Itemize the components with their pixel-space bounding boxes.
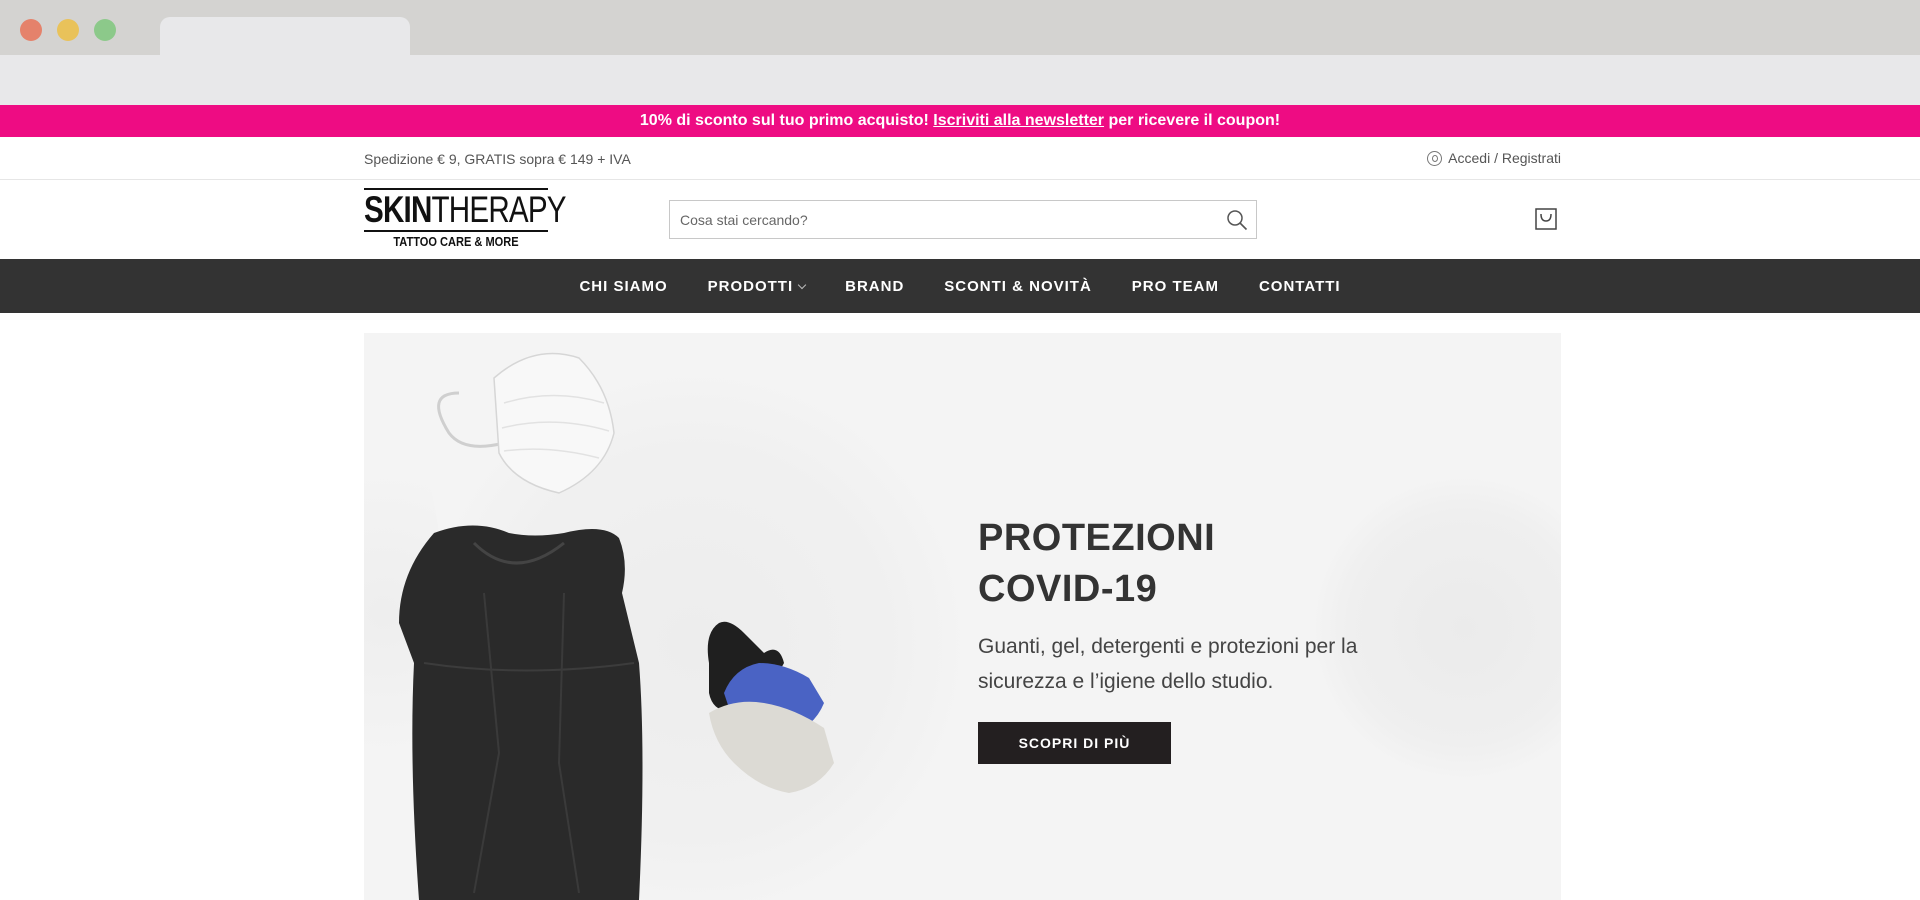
hero-title-line1: PROTEZIONI: [978, 517, 1216, 559]
info-bar: Spedizione € 9, GRATIS sopra € 149 + IVA…: [0, 137, 1920, 180]
discover-more-button[interactable]: SCOPRI DI PIÙ: [978, 722, 1171, 764]
hero-description: Guanti, gel, detergenti e protezioni per…: [978, 635, 1358, 693]
maximize-window-button[interactable]: [94, 19, 116, 41]
hero-title-line2: COVID-19: [978, 568, 1158, 610]
search-input[interactable]: [670, 201, 1210, 238]
apron-image: [399, 525, 643, 900]
site-logo[interactable]: SKINTHERAPY TATTOO CARE & MORE: [364, 188, 567, 252]
user-icon: [1427, 150, 1443, 166]
main-navigation: CHI SIAMO PRODOTTI BRAND SCONTI & NOVITÀ…: [0, 259, 1920, 313]
nav-item-pro-team[interactable]: PRO TEAM: [1132, 278, 1219, 295]
shipping-info: Spedizione € 9, GRATIS sopra € 149 + IVA: [364, 151, 631, 167]
newsletter-link[interactable]: Iscriviti alla newsletter: [933, 112, 1104, 129]
logo-wordmark: SKINTHERAPY: [364, 188, 567, 232]
logo-tagline: TATTOO CARE & MORE: [393, 234, 519, 249]
search-box: [669, 200, 1257, 239]
promo-banner: 10% di sconto sul tuo primo acquisto! Is…: [0, 105, 1920, 137]
face-mask-image: [437, 352, 615, 494]
chevron-down-icon: [797, 280, 807, 289]
nav-item-chi-siamo[interactable]: CHI SIAMO: [579, 278, 667, 295]
gloves-image: [707, 621, 834, 793]
search-icon[interactable]: [1226, 209, 1248, 231]
nav-item-label: PRODOTTI: [707, 277, 794, 295]
nav-item-brand[interactable]: BRAND: [845, 278, 904, 295]
nav-item-sconti-novita[interactable]: SCONTI & NOVITÀ: [944, 278, 1092, 295]
nav-item-prodotti[interactable]: PRODOTTI: [707, 277, 807, 295]
browser-tab[interactable]: [160, 17, 410, 55]
login-label: Accedi / Registrati: [1448, 150, 1561, 166]
hero-banner: PROTEZIONI COVID-19 Guanti, gel, deterge…: [364, 333, 1561, 900]
site-header: SKINTHERAPY TATTOO CARE & MORE: [0, 180, 1920, 259]
login-link[interactable]: Accedi / Registrati: [1427, 150, 1561, 166]
hero-title: PROTEZIONI COVID-19: [978, 513, 1215, 615]
minimize-window-button[interactable]: [57, 19, 79, 41]
close-window-button[interactable]: [20, 19, 42, 41]
hero-products-image: [399, 352, 834, 900]
decorative-circle: [1314, 478, 1561, 778]
promo-text: 10% di sconto sul tuo primo acquisto!: [639, 112, 929, 129]
browser-titlebar: [0, 0, 1920, 55]
shopping-bag-icon[interactable]: [1535, 208, 1557, 230]
promo-text-after: per ricevere il coupon!: [1108, 112, 1281, 129]
browser-toolbar: [0, 55, 1920, 105]
nav-item-contatti[interactable]: CONTATTI: [1259, 278, 1341, 295]
